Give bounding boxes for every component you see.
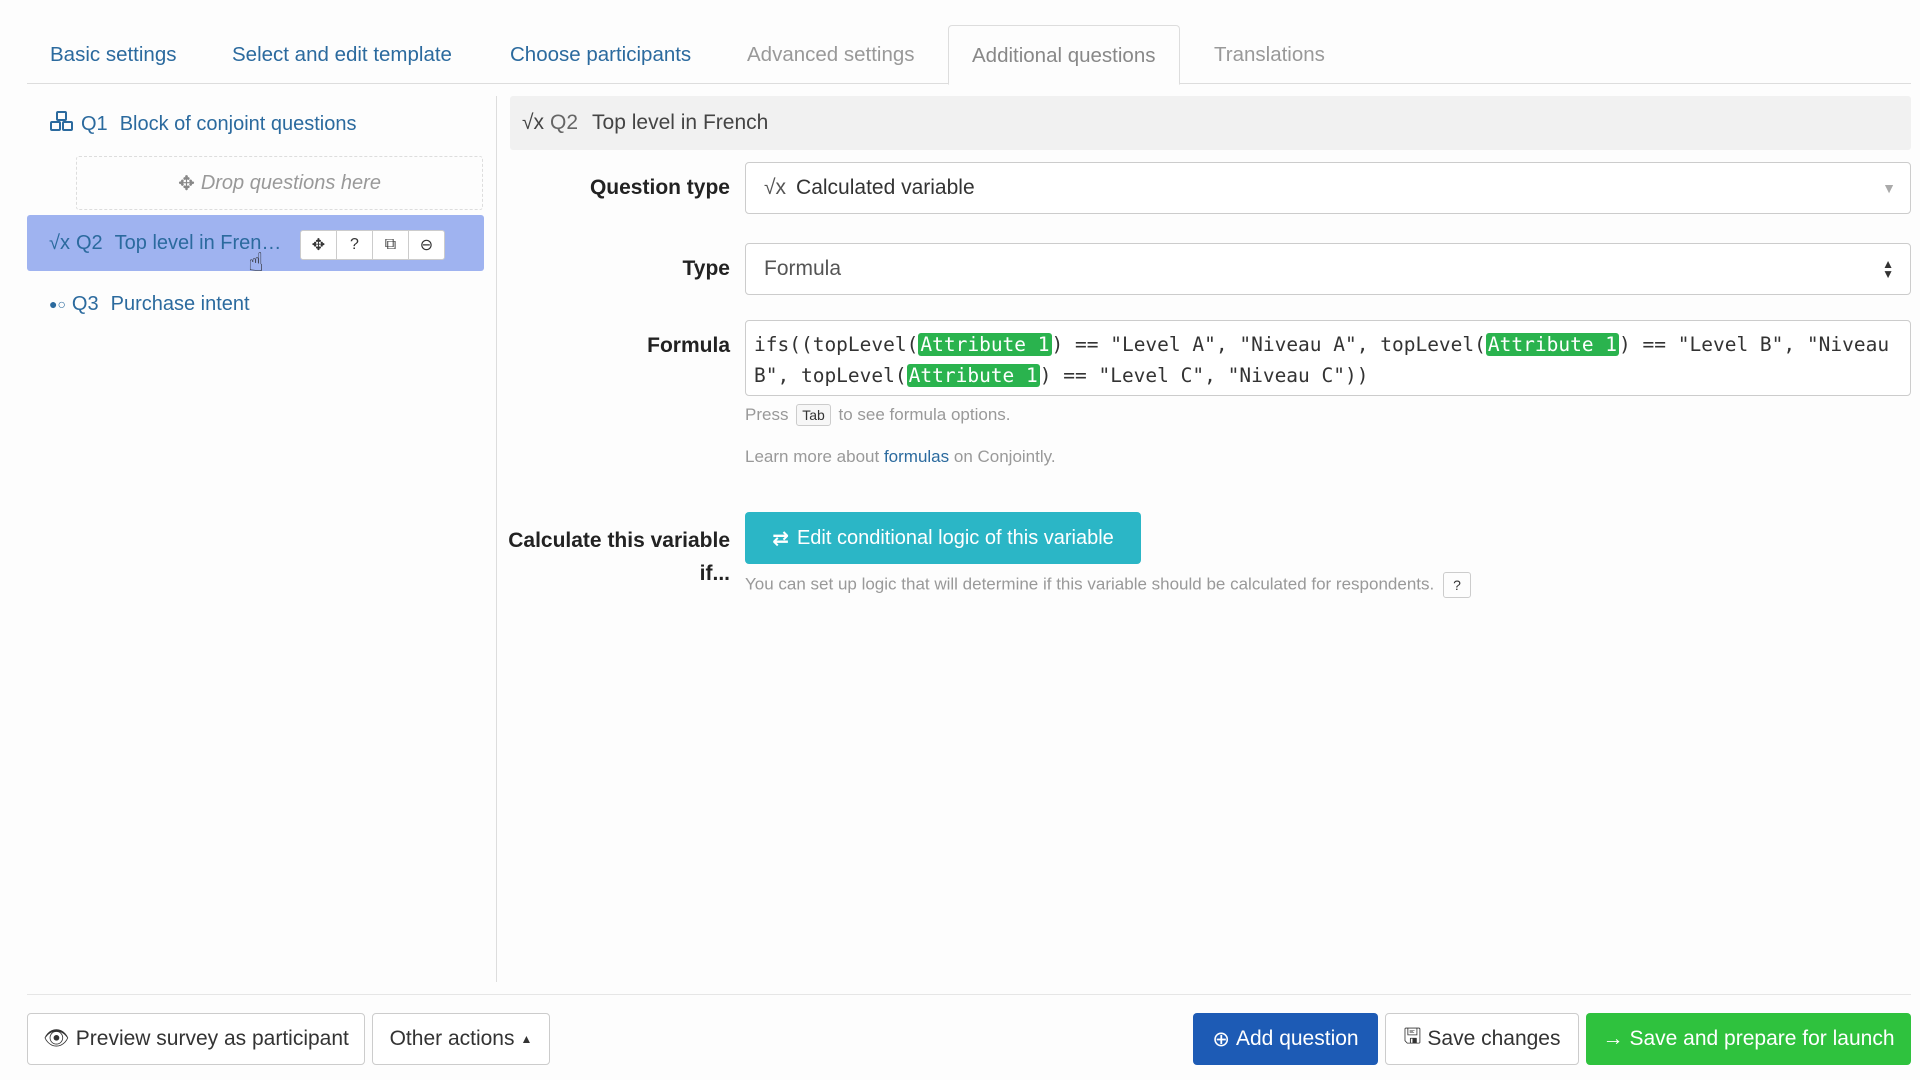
chevron-down-icon: ▼ [1882,180,1896,196]
question-number: Q2 [75,231,103,254]
question-title: Block of conjoint questions [119,112,357,135]
attribute-token: Attribute 1 [1485,333,1620,356]
calculate-if-label: Calculate this variable if... [508,529,730,585]
attribute-token: Attribute 1 [906,364,1040,387]
conjoint-block-icon [49,110,75,138]
copy-icon[interactable]: ⧉ [372,230,409,260]
drop-zone-label: Drop questions here [200,171,381,194]
tab-key: Tab [796,404,831,426]
question-type-value: Calculated variable [796,176,975,199]
formula-help: Press Tab to see formula options. [745,404,1011,426]
formulas-link[interactable]: formulas [884,447,949,466]
question-tools: ✥ ? ⧉ ⊖ [300,230,445,260]
calculated-variable-icon: √x [49,231,70,254]
tab-additional-questions[interactable]: Additional questions [948,25,1180,85]
question-title: Purchase intent [110,292,250,315]
calculated-variable-icon: √x [522,111,545,134]
calculated-variable-icon: √x [764,176,787,199]
save-changes-button[interactable]: 🖫 Save changes [1385,1013,1579,1065]
arrow-right-icon: → [1602,1027,1624,1050]
tree-item-q3[interactable]: ●○ Q3 Purchase intent [27,276,484,332]
edit-logic-label: Edit conditional logic of this variable [796,526,1114,549]
type-select[interactable]: Formula ▲ ▼ [745,243,1911,295]
formula-label: Formula [647,334,730,357]
other-actions-button[interactable]: Other actions ▲ [372,1013,550,1065]
caret-up-icon: ▲ [520,1032,533,1046]
learn-more: Learn more about formulas on Conjointly. [745,447,1056,466]
attribute-token: Attribute 1 [918,333,1052,356]
logic-help: You can set up logic that will determine… [745,572,1471,598]
tab-advanced-settings[interactable]: Advanced settings [724,25,938,84]
move-icon: ✥ [178,172,195,195]
footer-divider [27,994,1911,995]
eye-icon: 👁 [43,1027,70,1050]
tab-basic-settings[interactable]: Basic settings [27,25,199,84]
remove-icon[interactable]: ⊖ [408,230,445,260]
question-title: Top level in French [592,111,769,134]
question-number: Q2 [550,111,579,134]
help-icon[interactable]: ? [1442,572,1471,598]
question-type-label: Question type [589,176,730,199]
question-type-select[interactable]: √x Calculated variable ▼ [745,162,1911,214]
floppy-icon: 🖫 [1403,1024,1422,1048]
logic-icon: ⇄ [772,527,789,550]
tab-bar: Basic settings Select and edit template … [27,25,1911,85]
formula-editor[interactable]: ifs((topLevel(Attribute 1) == "Level A",… [745,320,1911,396]
preview-button[interactable]: 👁 Preview survey as participant [27,1013,365,1065]
likert-icon: ●○ [49,296,66,312]
select-arrows-icon: ▲ ▼ [1882,257,1894,281]
add-question-button[interactable]: ⊕ Add question [1193,1013,1378,1065]
hand-cursor-icon: ☝ [248,247,264,277]
tree-item-q1[interactable]: Q1 Block of conjoint questions [27,96,484,152]
drop-zone[interactable]: ✥ Drop questions here [76,156,483,210]
save-launch-button[interactable]: → Save and prepare for launch [1586,1013,1911,1065]
type-value: Formula [764,257,842,280]
tab-choose-participants[interactable]: Choose participants [487,25,714,84]
tab-select-edit-template[interactable]: Select and edit template [209,25,475,84]
question-number: Q1 [81,112,108,135]
edit-logic-button[interactable]: ⇄ Edit conditional logic of this variabl… [745,512,1141,564]
panel-divider [496,96,497,982]
question-number: Q3 [71,292,99,315]
tab-translations[interactable]: Translations [1191,25,1348,84]
move-icon[interactable]: ✥ [300,230,337,260]
type-label: Type [682,257,730,280]
help-icon[interactable]: ? [336,230,373,260]
question-header: √x Q2 Top level in French [510,96,1911,150]
plus-circle-icon: ⊕ [1212,1027,1230,1051]
